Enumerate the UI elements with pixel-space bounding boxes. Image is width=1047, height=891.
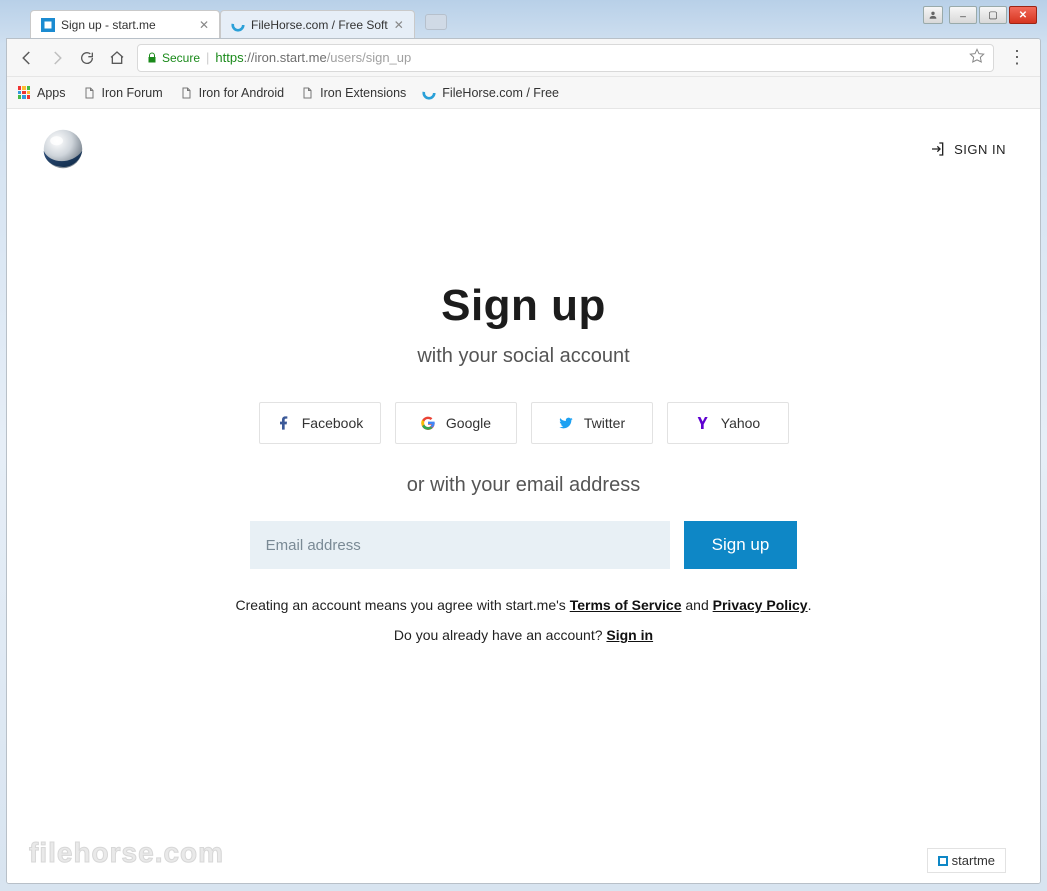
page-title: Sign up [441,281,606,331]
already-text: Do you already have an account? Sign in [394,627,653,643]
social-label: Twitter [584,415,625,431]
bookmark-item[interactable]: Iron Extensions [300,86,406,100]
signin-top-label: SIGN IN [954,142,1006,157]
yahoo-button[interactable]: Yahoo [667,402,789,444]
back-button[interactable] [17,48,37,68]
apps-label: Apps [37,86,66,100]
tab-close-icon[interactable]: ✕ [394,18,404,32]
window-maximize-button[interactable]: ▢ [979,6,1007,24]
social-label: Facebook [302,415,363,431]
favicon-filehorse-icon [231,18,245,32]
social-label: Google [446,415,491,431]
bookmark-label: Iron Forum [102,86,163,100]
file-icon [179,86,193,100]
google-button[interactable]: Google [395,402,517,444]
bookmarks-bar: Apps Iron Forum Iron for Android Iron Ex… [7,77,1040,109]
facebook-button[interactable]: Facebook [259,402,381,444]
tab-close-icon[interactable]: ✕ [199,18,209,32]
apps-button[interactable]: Apps [17,86,66,100]
bookmark-label: FileHorse.com / Free [442,86,559,100]
social-buttons: Facebook Google Twitter Yahoo [259,402,789,444]
favicon-startme-icon [41,18,55,32]
bookmark-item[interactable]: FileHorse.com / Free [422,86,559,100]
tab-title: FileHorse.com / Free Soft [251,18,388,32]
tab-inactive[interactable]: FileHorse.com / Free Soft ✕ [220,10,415,38]
page-header: SIGN IN [7,109,1040,171]
bookmark-item[interactable]: Iron Forum [82,86,163,100]
file-icon [82,86,96,100]
signin-link[interactable]: Sign in [606,627,653,643]
url-text: https://iron.start.me/users/sign_up [215,50,411,65]
twitter-button[interactable]: Twitter [531,402,653,444]
reload-button[interactable] [77,48,97,68]
page-subtitle: with your social account [417,345,629,368]
tab-title: Sign up - start.me [61,18,156,32]
window-user-button[interactable] [923,6,943,24]
new-tab-button[interactable] [425,14,447,30]
signin-top-button[interactable]: SIGN IN [930,141,1006,157]
srware-iron-logo-icon [41,127,85,171]
privacy-link[interactable]: Privacy Policy [713,597,808,613]
watermark: filehorse.com [29,837,224,869]
tos-link[interactable]: Terms of Service [570,597,682,613]
window-controls: _ ▢ ✕ [923,6,1037,24]
window-close-button[interactable]: ✕ [1009,6,1037,24]
toolbar: Secure | https://iron.start.me/users/sig… [7,39,1040,77]
browser-frame: Secure | https://iron.start.me/users/sig… [6,38,1041,884]
page-content: SIGN IN Sign up with your social account… [7,109,1040,883]
bookmark-label: Iron Extensions [320,86,406,100]
tab-strip: Sign up - start.me ✕ FileHorse.com / Fre… [6,6,1041,38]
apps-icon [17,86,31,100]
filehorse-icon [422,86,436,100]
bookmark-item[interactable]: Iron for Android [179,86,284,100]
file-icon [300,86,314,100]
bookmark-star-icon[interactable] [969,48,985,67]
secure-indicator: Secure [146,51,200,65]
twitter-icon [558,415,574,431]
browser-menu-button[interactable]: ⋮ [1004,47,1030,68]
bookmark-label: Iron for Android [199,86,284,100]
or-label: or with your email address [407,474,640,497]
startme-badge[interactable]: startme [927,848,1006,873]
social-label: Yahoo [721,415,760,431]
yahoo-icon [695,415,711,431]
signup-panel: Sign up with your social account Faceboo… [7,281,1040,643]
google-icon [420,415,436,431]
address-bar[interactable]: Secure | https://iron.start.me/users/sig… [137,44,994,72]
window-minimize-button[interactable]: _ [949,6,977,24]
home-button[interactable] [107,48,127,68]
secure-label: Secure [162,51,200,65]
signup-form: Sign up [250,521,798,569]
facebook-icon [276,415,292,431]
forward-button[interactable] [47,48,67,68]
startme-badge-label: startme [952,853,995,868]
legal-text: Creating an account means you agree with… [236,597,812,613]
signup-button[interactable]: Sign up [684,521,798,569]
email-input[interactable] [250,521,670,569]
startme-logo-icon [938,856,948,866]
login-icon [930,141,946,157]
tab-active[interactable]: Sign up - start.me ✕ [30,10,220,38]
